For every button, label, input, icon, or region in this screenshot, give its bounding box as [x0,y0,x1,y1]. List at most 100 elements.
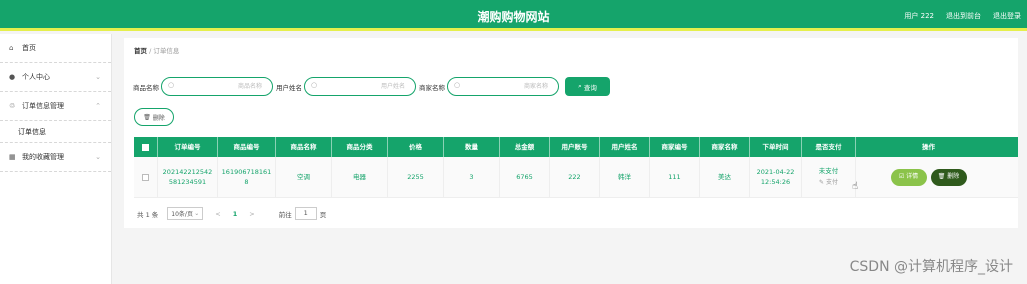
sidebar-item-label: 我的收藏管理 [22,153,64,161]
query-button-label: 查询 [583,83,597,92]
table-row: 202142212542581234591 1619067181618 空调 电… [134,157,1018,198]
column-header: 用户账号 [550,137,600,157]
product-name-input[interactable] [162,78,272,95]
order-icon: ♲ [9,102,16,110]
sidebar-item-order-management[interactable]: ♲ 订单信息管理 ⌃ [0,92,111,121]
category-cell: 电器 [332,157,388,197]
select-all-cell [134,137,158,157]
column-header: 订单编号 [158,137,218,157]
column-header: 总金额 [500,137,550,157]
column-header: 价格 [388,137,444,157]
quantity-cell: 3 [444,157,500,197]
search-icon: ○ [168,81,175,89]
order-time-cell: 2021-04-22 12:54:26 [750,157,802,197]
actions-cell: ☑ 详情 🗑︎ 删除 [856,157,1001,197]
column-header: 商家编号 [650,137,700,157]
details-button-label: 详情 [906,173,919,180]
product-no-cell: 1619067181618 [218,157,276,197]
user-icon: ● [9,73,16,81]
pay-link[interactable]: ✎ 支付 [819,178,838,188]
sidebar-item-label: 首页 [22,44,36,52]
column-header: 商品编号 [218,137,276,157]
pagination: 共 1 条 10条/页 ⌄ < 1 > 前往 1 页 [137,207,326,220]
search-icon: ○ [454,81,461,89]
logout-link[interactable]: 退出登录 [993,11,1021,21]
sidebar: ⌂ 首页 ● 个人中心 ⌄ ♲ 订单信息管理 ⌃ 订单信息 ▦ 我的收藏管理 ⌄ [0,34,112,284]
column-header: 是否支付 [802,137,856,157]
page-size-value: 10条/页 [171,211,193,218]
price-cell: 2255 [388,157,444,197]
orders-table: 订单编号 商品编号 商品名称 商品分类 价格 数量 总金额 用户账号 用户姓名 … [134,137,1018,198]
edit-icon: ✎ [819,179,826,186]
merchant-no-cell: 111 [650,157,700,197]
trash-icon: 🗑︎ [143,113,153,121]
home-icon: ⌂ [9,44,14,52]
column-header: 商品分类 [332,137,388,157]
goto-suffix: 页 [319,210,327,219]
total-cell: 6765 [500,157,550,197]
details-icon: ☑ [898,173,907,180]
column-header: 操作 [922,143,935,151]
delete-row-button[interactable]: 🗑︎ 删除 [930,168,967,186]
user-name-field[interactable]: ○ [304,77,416,96]
product-name-cell: 空调 [276,157,332,197]
delete-row-label: 删除 [947,173,960,180]
sidebar-item-label: 订单信息管理 [22,102,64,110]
chevron-down-icon: ⌄ [95,73,101,81]
goto-page-input[interactable]: 1 [294,207,317,220]
sidebar-item-label: 订单信息 [18,127,46,136]
column-header: 商家名称 [700,137,750,157]
breadcrumb-separator: / [149,47,152,55]
select-all-checkbox[interactable] [142,143,149,151]
product-name-field[interactable]: ○ [161,77,273,96]
chevron-up-icon: ⌃ [95,102,101,110]
next-page-button[interactable]: > [249,210,254,218]
sidebar-subitem-order-info[interactable]: 订单信息 [0,121,111,143]
user-name-cell: 韩洋 [600,157,650,197]
row-select-cell [134,157,158,197]
site-title: 潮购购物网站 [477,10,550,24]
sidebar-item-home[interactable]: ⌂ 首页 [0,34,111,63]
merchant-name-input[interactable] [448,78,558,95]
details-button[interactable]: ☑ 详情 [890,168,927,186]
column-header: 下单时间 [750,137,802,157]
product-name-label: 商品名称 [133,83,159,92]
order-no-cell: 202142212542581234591 [158,157,218,197]
pay-link-label: 支付 [825,179,838,186]
user-name-input[interactable] [305,78,415,95]
chevron-down-icon: ⌄ [194,210,200,217]
sidebar-item-label: 个人中心 [22,73,50,81]
breadcrumb: 首页 / 订单信息 [134,45,179,55]
row-checkbox[interactable] [142,173,149,181]
breadcrumb-home[interactable]: 首页 [134,47,147,55]
current-page[interactable]: 1 [233,210,238,218]
payment-status-cell: 未支付 ✎ 支付 [802,157,856,197]
search-bar: 商品名称 ○ 用户姓名 ○ 商家名称 ○ ⌕ 查询 [133,77,610,96]
table-header: 订单编号 商品编号 商品名称 商品分类 价格 数量 总金额 用户账号 用户姓名 … [134,137,1018,157]
user-name-label: 用户姓名 [276,83,302,92]
back-to-front-link[interactable]: 退出到前台 [946,11,981,21]
sidebar-item-personal-center[interactable]: ● 个人中心 ⌄ [0,63,111,92]
column-header: 用户姓名 [600,137,650,157]
watermark: CSDN @计算机程序_设计 [849,259,1013,275]
top-header: 潮购购物网站 用户 222 退出到前台 退出登录 [0,0,1027,31]
header-actions: 用户 222 退出到前台 退出登录 [904,11,1021,21]
batch-delete-button[interactable]: 🗑︎ 删除 [134,108,174,126]
trash-icon: 🗑︎ [937,173,948,180]
sidebar-item-collection-management[interactable]: ▦ 我的收藏管理 ⌄ [0,143,111,172]
page-size-select[interactable]: 10条/页 ⌄ [167,207,204,220]
prev-page-button[interactable]: < [215,210,220,218]
account-cell: 222 [550,157,600,197]
merchant-name-cell: 美达 [700,157,750,197]
breadcrumb-current: 订单信息 [153,47,180,55]
mouse-pointer-icon: ☝ [852,181,859,192]
user-label: 用户 222 [904,12,934,20]
merchant-name-field[interactable]: ○ [447,77,559,96]
merchant-name-label: 商家名称 [419,83,445,92]
column-header: 数量 [444,137,500,157]
delete-button-label: 删除 [152,114,165,122]
payment-status: 未支付 [818,167,839,175]
search-icon: ○ [311,81,318,89]
chevron-down-icon: ⌄ [95,153,101,161]
query-button[interactable]: ⌕ 查询 [565,77,610,96]
